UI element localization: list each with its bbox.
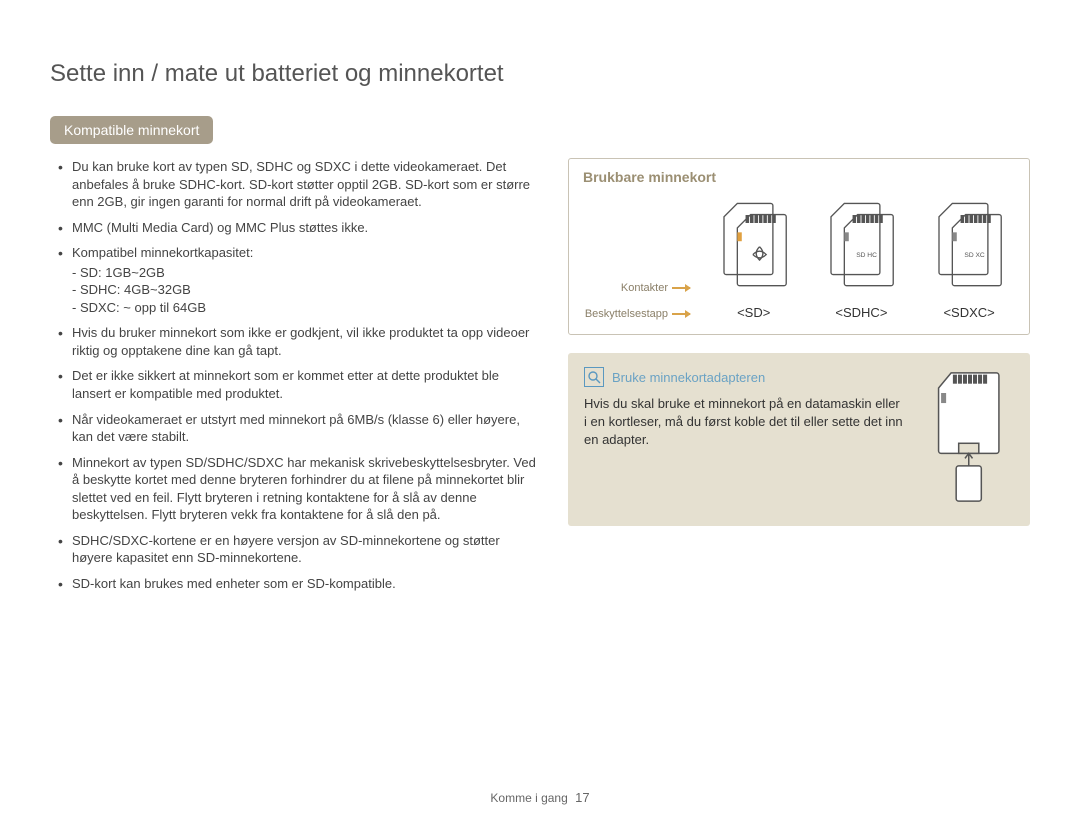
list-item-text: Kompatibel minnekortkapasitet: bbox=[72, 245, 253, 260]
adapter-text-column: Bruke minnekortadapteren Hvis du skal br… bbox=[584, 367, 906, 450]
cards-row: Kontakter Beskyttelsestapp bbox=[569, 189, 1029, 334]
arrow-icon bbox=[672, 287, 690, 289]
page-footer: Komme i gang 17 bbox=[0, 790, 1080, 805]
sdxc-card-figure: SD XC <SDXC> bbox=[925, 199, 1013, 320]
page-title: Sette inn / mate ut batteriet og minneko… bbox=[50, 60, 1030, 88]
sub-list: - SD: 1GB~2GB - SDHC: 4GB~32GB - SDXC: ~… bbox=[72, 264, 540, 317]
sd-card-figure: <SD> bbox=[710, 199, 798, 320]
annotation-column: Kontakter Beskyttelsestapp bbox=[585, 276, 690, 320]
list-item: Det er ikke sikkert at minnekort som er … bbox=[72, 367, 540, 402]
bullet-list: Du kan bruke kort av typen SD, SDHC og S… bbox=[50, 158, 540, 592]
list-item-text: MMC (Multi Media Card) og MMC Plus støtt… bbox=[72, 220, 368, 235]
list-item: Kompatibel minnekortkapasitet: - SD: 1GB… bbox=[72, 244, 540, 316]
list-item-text: Det er ikke sikkert at minnekort som er … bbox=[72, 368, 499, 401]
protect-tab-annotation: Beskyttelsestapp bbox=[585, 308, 690, 320]
sdhc-label: <SDHC> bbox=[835, 305, 887, 320]
sd-label: <SD> bbox=[737, 305, 770, 320]
list-item-text: SD-kort kan brukes med enheter som er SD… bbox=[72, 576, 396, 591]
adapter-body-text: Hvis du skal bruke et minnekort på en da… bbox=[584, 395, 906, 450]
svg-text:SD XC: SD XC bbox=[964, 252, 985, 259]
list-item-text: Minnekort av typen SD/SDHC/SDXC har meka… bbox=[72, 455, 536, 523]
list-item-text: Hvis du bruker minnekort som ikke er god… bbox=[72, 325, 529, 358]
list-item: Du kan bruke kort av typen SD, SDHC og S… bbox=[72, 158, 540, 211]
list-item: SDHC/SDXC-kortene er en høyere versjon a… bbox=[72, 532, 540, 567]
adapter-title: Bruke minnekortadapteren bbox=[612, 370, 765, 385]
right-column: Brukbare minnekort Kontakter Beskyttelse… bbox=[568, 158, 1030, 600]
contacts-annotation: Kontakter bbox=[621, 282, 690, 294]
sd-card-icon bbox=[710, 199, 798, 299]
adapter-figure bbox=[926, 367, 1014, 512]
svg-text:SD HC: SD HC bbox=[857, 252, 878, 259]
sub-list-item: - SDHC: 4GB~32GB bbox=[72, 281, 540, 299]
adapter-info-box: Bruke minnekortadapteren Hvis du skal br… bbox=[568, 353, 1030, 526]
section-heading-pill: Kompatible minnekort bbox=[50, 116, 213, 144]
magnifier-icon bbox=[584, 367, 604, 387]
page-number: 17 bbox=[575, 790, 589, 805]
two-column-layout: Du kan bruke kort av typen SD, SDHC og S… bbox=[50, 158, 1030, 600]
adapter-heading-row: Bruke minnekortadapteren bbox=[584, 367, 906, 387]
panel-heading: Brukbare minnekort bbox=[569, 159, 1029, 189]
footer-section: Komme i gang bbox=[490, 791, 567, 805]
adapter-card-icon bbox=[926, 367, 1014, 507]
list-item: Hvis du bruker minnekort som ikke er god… bbox=[72, 324, 540, 359]
contacts-label: Kontakter bbox=[621, 282, 668, 294]
sub-list-item: - SDXC: ~ opp til 64GB bbox=[72, 299, 540, 317]
sdhc-card-figure: SD HC <SDHC> bbox=[817, 199, 905, 320]
list-item-text: Når videokameraet er utstyrt med minneko… bbox=[72, 412, 520, 445]
sdhc-card-icon: SD HC bbox=[817, 199, 905, 299]
list-item-text: Du kan bruke kort av typen SD, SDHC og S… bbox=[72, 159, 530, 209]
list-item: SD-kort kan brukes med enheter som er SD… bbox=[72, 575, 540, 593]
protect-tab-label: Beskyttelsestapp bbox=[585, 308, 668, 320]
sdxc-card-icon: SD XC bbox=[925, 199, 1013, 299]
sdxc-label: <SDXC> bbox=[943, 305, 994, 320]
list-item: Minnekort av typen SD/SDHC/SDXC har meka… bbox=[72, 454, 540, 524]
arrow-icon bbox=[672, 313, 690, 315]
left-column: Du kan bruke kort av typen SD, SDHC og S… bbox=[50, 158, 540, 600]
usable-cards-panel: Brukbare minnekort Kontakter Beskyttelse… bbox=[568, 158, 1030, 335]
sub-list-item: - SD: 1GB~2GB bbox=[72, 264, 540, 282]
list-item-text: SDHC/SDXC-kortene er en høyere versjon a… bbox=[72, 533, 500, 566]
list-item: Når videokameraet er utstyrt med minneko… bbox=[72, 411, 540, 446]
list-item: MMC (Multi Media Card) og MMC Plus støtt… bbox=[72, 219, 540, 237]
